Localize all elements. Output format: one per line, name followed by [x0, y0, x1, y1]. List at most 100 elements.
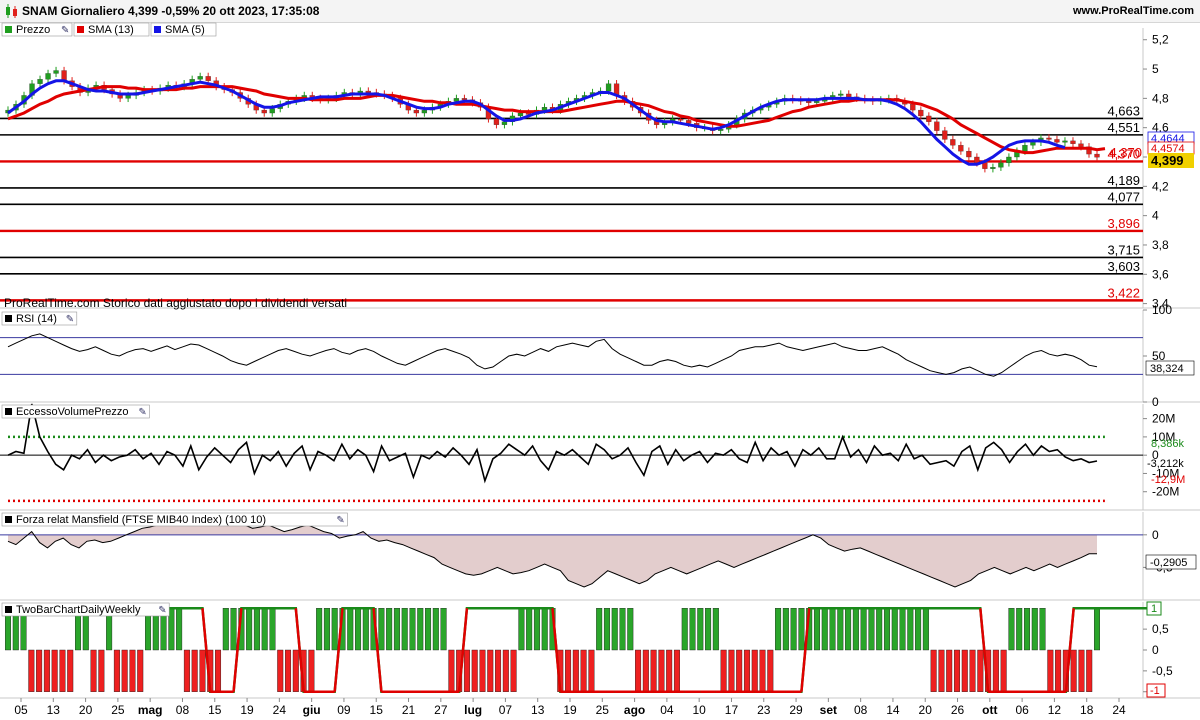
twobar-down-bar	[59, 649, 66, 692]
candle-body	[461, 98, 468, 100]
level-label-4,663: 4,663	[1107, 103, 1140, 118]
twobar-up-bar	[876, 608, 883, 651]
twobar-up-bar	[915, 608, 922, 651]
twobar-down-bar	[720, 649, 727, 692]
level-label-3,715: 3,715	[1107, 242, 1140, 257]
vol-y-tick-label: 20M	[1152, 412, 1175, 426]
mansfield-panel: 0-0,5Forza relat Mansfield (FTSE MIB40 I…	[0, 512, 1200, 601]
candle-body	[45, 73, 51, 80]
x-tick-label: 20	[79, 703, 93, 717]
candle-body	[1062, 140, 1068, 143]
x-tick-label: ago	[624, 703, 645, 717]
twobar-up-bar	[393, 608, 400, 651]
level-label-3,603: 3,603	[1107, 259, 1140, 274]
twobar-up-bar	[222, 608, 229, 651]
twobar-down-bar	[743, 649, 750, 692]
twobar-down-bar	[463, 649, 470, 692]
price-legend-swatch	[5, 26, 12, 33]
twobar-up-bar	[230, 608, 237, 651]
twobar-up-bar	[261, 608, 268, 651]
twobar-down-bar	[28, 649, 35, 692]
twobar-up-bar	[907, 608, 914, 651]
two-legend-swatch	[5, 606, 12, 613]
candle-body	[37, 79, 43, 84]
rsi-y-tick-label: 0	[1152, 395, 1159, 409]
x-tick-label: 27	[434, 703, 448, 717]
footer-note: ProRealTime.com Storico dati aggiustato …	[4, 296, 347, 310]
price-panel: 5,254,84,64,44,243,83,63,44,6634,5514,37…	[0, 22, 1200, 311]
twobar-down-bar	[43, 649, 50, 692]
twobar-up-bar	[790, 608, 797, 651]
x-tick-label: giu	[303, 703, 321, 717]
twobar-down-bar	[495, 649, 502, 692]
candle-body	[53, 70, 59, 74]
x-tick-label: set	[820, 703, 837, 717]
twobar-up-bar	[526, 608, 533, 651]
twobar-up-bar	[401, 608, 408, 651]
x-tick-label: ott	[982, 703, 997, 717]
vol-legend-swatch	[5, 408, 12, 415]
twobar-down-bar	[510, 649, 517, 692]
twobar-up-bar	[246, 608, 253, 651]
twobar-down-bar	[308, 649, 315, 692]
x-tick-label: 26	[951, 703, 965, 717]
twobar-down-bar	[961, 649, 968, 692]
twobar-up-bar	[868, 608, 875, 651]
sma13-legend-label: SMA (13)	[88, 24, 134, 36]
twobar-down-bar	[938, 649, 945, 692]
twobar-up-bar	[355, 608, 362, 651]
twobar-down-bar	[736, 649, 743, 692]
twobar-down-bar	[635, 649, 642, 692]
twobar-down-bar	[479, 649, 486, 692]
x-tick-label: 09	[337, 703, 351, 717]
x-tick-label: 06	[1015, 703, 1029, 717]
x-tick-label: 24	[1112, 703, 1126, 717]
twobar-up-bar	[899, 608, 906, 651]
candles-icon	[6, 4, 17, 18]
price-legend-label: Prezzo	[16, 24, 50, 36]
twobar-down-bar	[992, 649, 999, 692]
rsi-panel: 100500RSI (14) ✎38,324	[0, 303, 1200, 409]
candle-body	[261, 109, 267, 114]
twobar-down-bar	[67, 649, 74, 692]
candle-body	[974, 156, 980, 164]
price-y-tick-label: 5	[1152, 62, 1159, 76]
twobar-up-bar	[440, 608, 447, 651]
x-tick-label: 04	[660, 703, 674, 717]
twobar-up-bar	[253, 608, 260, 651]
twobar-up-bar	[417, 608, 424, 651]
twobar-down-bar	[191, 649, 198, 692]
level-label-4,077: 4,077	[1107, 189, 1140, 204]
candle-body	[990, 167, 996, 169]
price-y-tick-label: 3,8	[1152, 238, 1169, 252]
twobar-down-bar	[129, 649, 136, 692]
x-tick-label: 13	[531, 703, 545, 717]
mans-value: -0,2905	[1150, 557, 1187, 569]
price-y-tick-label: 4,2	[1152, 179, 1169, 193]
twobar-down-bar	[1070, 649, 1077, 692]
chart-area[interactable]: 5,254,84,64,44,243,83,63,44,6634,5514,37…	[0, 22, 1200, 720]
twobar-down-bar	[658, 649, 665, 692]
wrench-icon: ✎	[66, 314, 74, 325]
x-tick-label: 15	[208, 703, 222, 717]
twobar-down-bar	[580, 649, 587, 692]
twobar-up-bar	[378, 608, 385, 651]
x-tick-label: 13	[47, 703, 61, 717]
vol-upper-value: 8,386k	[1151, 438, 1185, 450]
twobar-up-bar	[596, 608, 603, 651]
x-tick-label: 15	[370, 703, 384, 717]
website-url[interactable]: www.ProRealTime.com	[1073, 5, 1194, 17]
twobar-down-bar	[1000, 649, 1007, 692]
twobar-down-bar	[1055, 649, 1062, 692]
wrench-icon: ✎	[61, 25, 69, 36]
twobar-up-bar	[619, 608, 626, 651]
x-axis: 05 13 20 25 mag 08 15 19 24 giu 09 15 21 27 lug 07 13 19 2…	[14, 698, 1126, 717]
two-y-tick-label: -0,5	[1152, 664, 1173, 678]
twobar-down-bar	[199, 649, 206, 692]
twobar-down-bar	[487, 649, 494, 692]
twobar-up-bar	[269, 608, 276, 651]
candle-body	[61, 70, 67, 81]
twobar-down-bar	[977, 649, 984, 692]
price-y-tick-label: 4	[1152, 209, 1159, 223]
twobar-up-bar	[1016, 608, 1023, 651]
